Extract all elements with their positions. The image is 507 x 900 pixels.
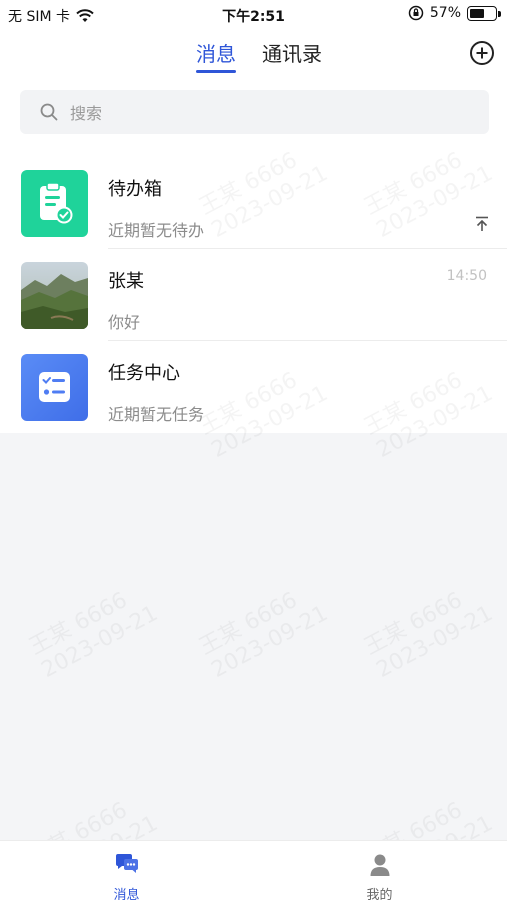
item-time: 14:50 xyxy=(446,268,487,284)
list-item-tasks[interactable]: 任务中心 近期暂无任务 xyxy=(0,334,507,426)
item-subtitle: 近期暂无待办 xyxy=(108,221,205,240)
nav-label: 我的 xyxy=(366,888,393,900)
header: 消息 通讯录 xyxy=(0,30,507,80)
plus-circle-icon[interactable] xyxy=(469,40,495,66)
todo-clipboard-icon xyxy=(21,170,88,237)
watermark: 王某 66662023-09-21 xyxy=(360,578,497,684)
item-title: 张某 xyxy=(108,271,144,292)
list-item-todo[interactable]: 待办箱 近期暂无待办 xyxy=(0,150,507,242)
status-right: 57% xyxy=(408,5,501,21)
battery-cap xyxy=(498,10,501,17)
item-subtitle: 你好 xyxy=(108,313,141,332)
task-list-icon xyxy=(21,354,88,421)
battery-percent: 57% xyxy=(429,5,461,21)
tab-contacts[interactable]: 通讯录 xyxy=(262,38,322,73)
landscape-avatar xyxy=(21,262,88,329)
item-subtitle: 近期暂无任务 xyxy=(108,405,205,424)
list-item-zhang[interactable]: 张某 你好 xyxy=(0,242,507,334)
watermark: 王某 66662023-09-21 xyxy=(25,578,162,684)
chat-bubbles-icon xyxy=(115,854,138,873)
battery-level xyxy=(470,8,484,18)
user-icon xyxy=(370,854,389,876)
search-placeholder: 搜索 xyxy=(70,104,103,123)
item-title: 待办箱 xyxy=(108,179,162,200)
pin-top-icon[interactable] xyxy=(475,216,489,232)
bottom-nav: 消息 我的 xyxy=(0,840,507,900)
nav-mine[interactable]: 我的 xyxy=(253,841,506,900)
conversation-list: 待办箱 近期暂无待办 张某 你好 14:50 任务中心 近期暂无任务 xyxy=(0,150,507,433)
orientation-lock-icon xyxy=(408,5,424,21)
top-tabs: 消息 通讯录 xyxy=(196,38,322,73)
nav-label: 消息 xyxy=(113,888,140,900)
search-section: 搜索 xyxy=(0,80,507,150)
search-input[interactable]: 搜索 xyxy=(20,90,489,134)
status-bar: 无 SIM 卡 下午2:51 57% xyxy=(0,0,507,30)
item-title: 任务中心 xyxy=(108,363,180,384)
watermark: 王某 66662023-09-21 xyxy=(195,578,332,684)
search-icon xyxy=(40,103,58,121)
tab-messages[interactable]: 消息 xyxy=(196,38,236,73)
nav-messages[interactable]: 消息 xyxy=(0,841,253,900)
battery-icon xyxy=(467,5,501,21)
